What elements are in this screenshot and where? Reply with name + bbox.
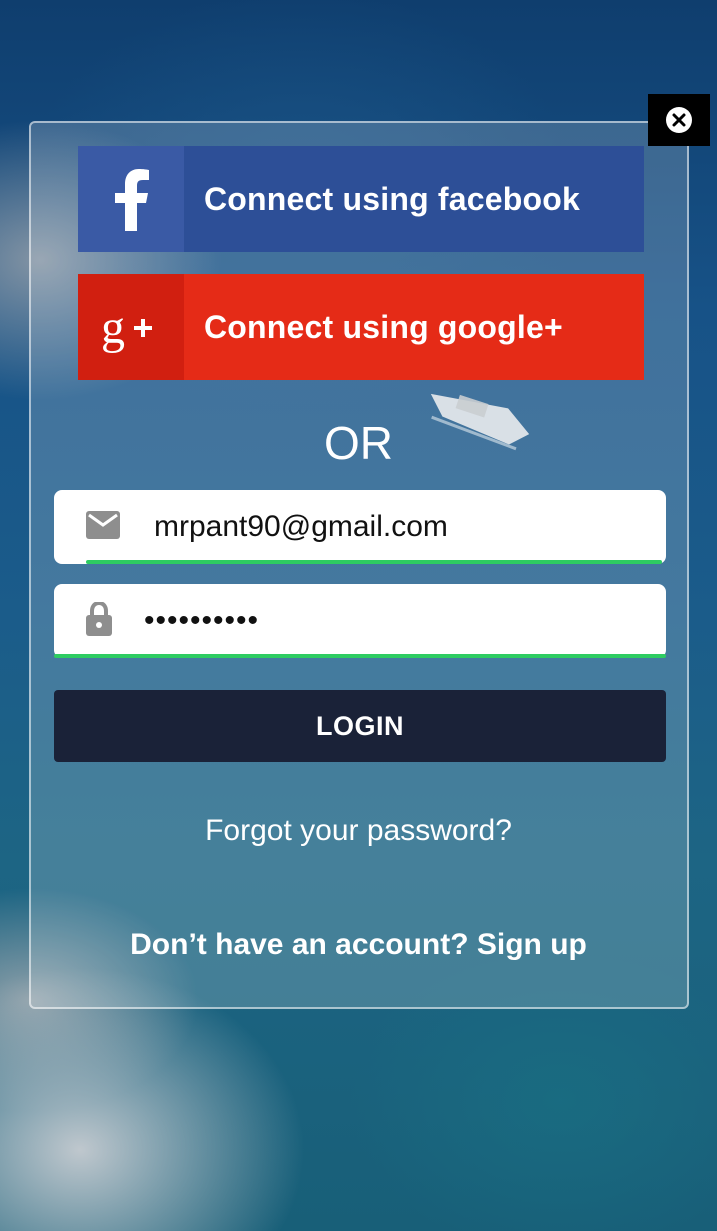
sign-up-link[interactable]: Sign up <box>477 928 587 961</box>
close-button[interactable] <box>648 94 710 146</box>
lock-icon-wrap <box>86 584 112 654</box>
google-icon-box: g <box>78 274 184 380</box>
email-icon <box>86 511 120 539</box>
google-connect-label: Connect using google+ <box>204 308 563 345</box>
password-underline <box>54 654 666 658</box>
facebook-icon <box>115 169 149 231</box>
or-divider: OR <box>324 417 393 469</box>
signup-prompt: Don’t have an account? Sign up <box>0 928 717 962</box>
close-icon <box>666 107 692 133</box>
facebook-icon-box <box>78 146 184 252</box>
email-icon-wrap <box>86 490 120 560</box>
email-field <box>54 490 666 564</box>
facebook-connect-button[interactable]: Connect using facebook <box>78 146 644 252</box>
facebook-connect-label: Connect using facebook <box>204 180 580 217</box>
google-connect-button[interactable]: g Connect using google+ <box>78 274 644 380</box>
login-panel <box>29 121 689 1009</box>
lock-icon <box>86 602 112 636</box>
login-screen: Connect using facebook g Connect using g… <box>0 0 717 1231</box>
email-input[interactable] <box>152 496 646 558</box>
login-button[interactable]: LOGIN <box>54 690 666 762</box>
svg-text:g: g <box>101 301 125 354</box>
google-plus-icon: g <box>101 301 152 354</box>
password-input[interactable] <box>142 590 646 652</box>
forgot-password-link[interactable]: Forgot your password? <box>0 814 717 848</box>
password-field <box>54 584 666 658</box>
no-account-text: Don’t have an account? <box>130 928 469 961</box>
email-underline <box>86 560 662 564</box>
